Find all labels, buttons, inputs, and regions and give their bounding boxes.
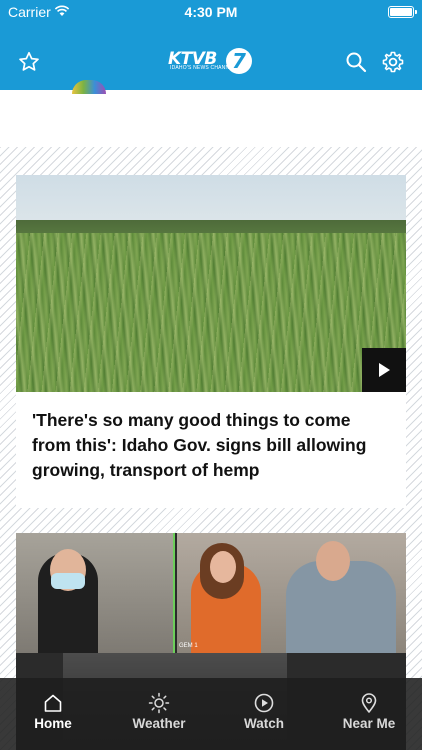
status-bar: Carrier 4:30 PM (0, 0, 422, 24)
sun-icon (106, 692, 212, 714)
tab-label: Near Me (342, 716, 396, 731)
play-video-button[interactable] (362, 348, 406, 392)
location-pin-icon (316, 692, 422, 714)
nav-bar: KTVB IDAHO'S NEWS CHANNEL 7 (0, 36, 422, 86)
search-icon (346, 52, 367, 73)
tab-bar: Home Weather Watch Near Me (0, 678, 422, 750)
play-icon (379, 363, 390, 377)
app-header: Carrier 4:30 PM KTVB IDAHO'S NEWS CHANNE… (0, 0, 422, 90)
ad-banner[interactable] (0, 90, 422, 147)
play-circle-icon (211, 692, 317, 714)
story-card[interactable]: 'There's so many good things to come fro… (16, 175, 406, 508)
story-headline[interactable]: 'There's so many good things to come fro… (32, 408, 392, 483)
logo-number: 7 (226, 48, 252, 74)
tab-label: Weather (132, 716, 186, 731)
tab-near-me[interactable]: Near Me (316, 678, 422, 750)
favorites-button[interactable] (13, 46, 45, 78)
gear-icon (382, 51, 404, 73)
settings-button[interactable] (377, 46, 409, 78)
tab-home[interactable]: Home (0, 678, 106, 750)
tab-watch[interactable]: Watch (211, 678, 317, 750)
status-time: 4:30 PM (184, 4, 238, 20)
logo-tagline: IDAHO'S NEWS CHANNEL (170, 65, 236, 71)
station-logo: KTVB IDAHO'S NEWS CHANNEL 7 (168, 48, 254, 74)
search-button[interactable] (340, 46, 372, 78)
battery-icon (388, 6, 417, 18)
tab-weather[interactable]: Weather (106, 678, 212, 750)
tab-label: Home (34, 716, 72, 731)
home-icon (0, 692, 106, 714)
tab-label: Watch (244, 716, 284, 731)
video-overlay-label: GEM 1 (179, 643, 198, 649)
story-image[interactable] (16, 175, 406, 392)
star-icon (19, 51, 39, 71)
